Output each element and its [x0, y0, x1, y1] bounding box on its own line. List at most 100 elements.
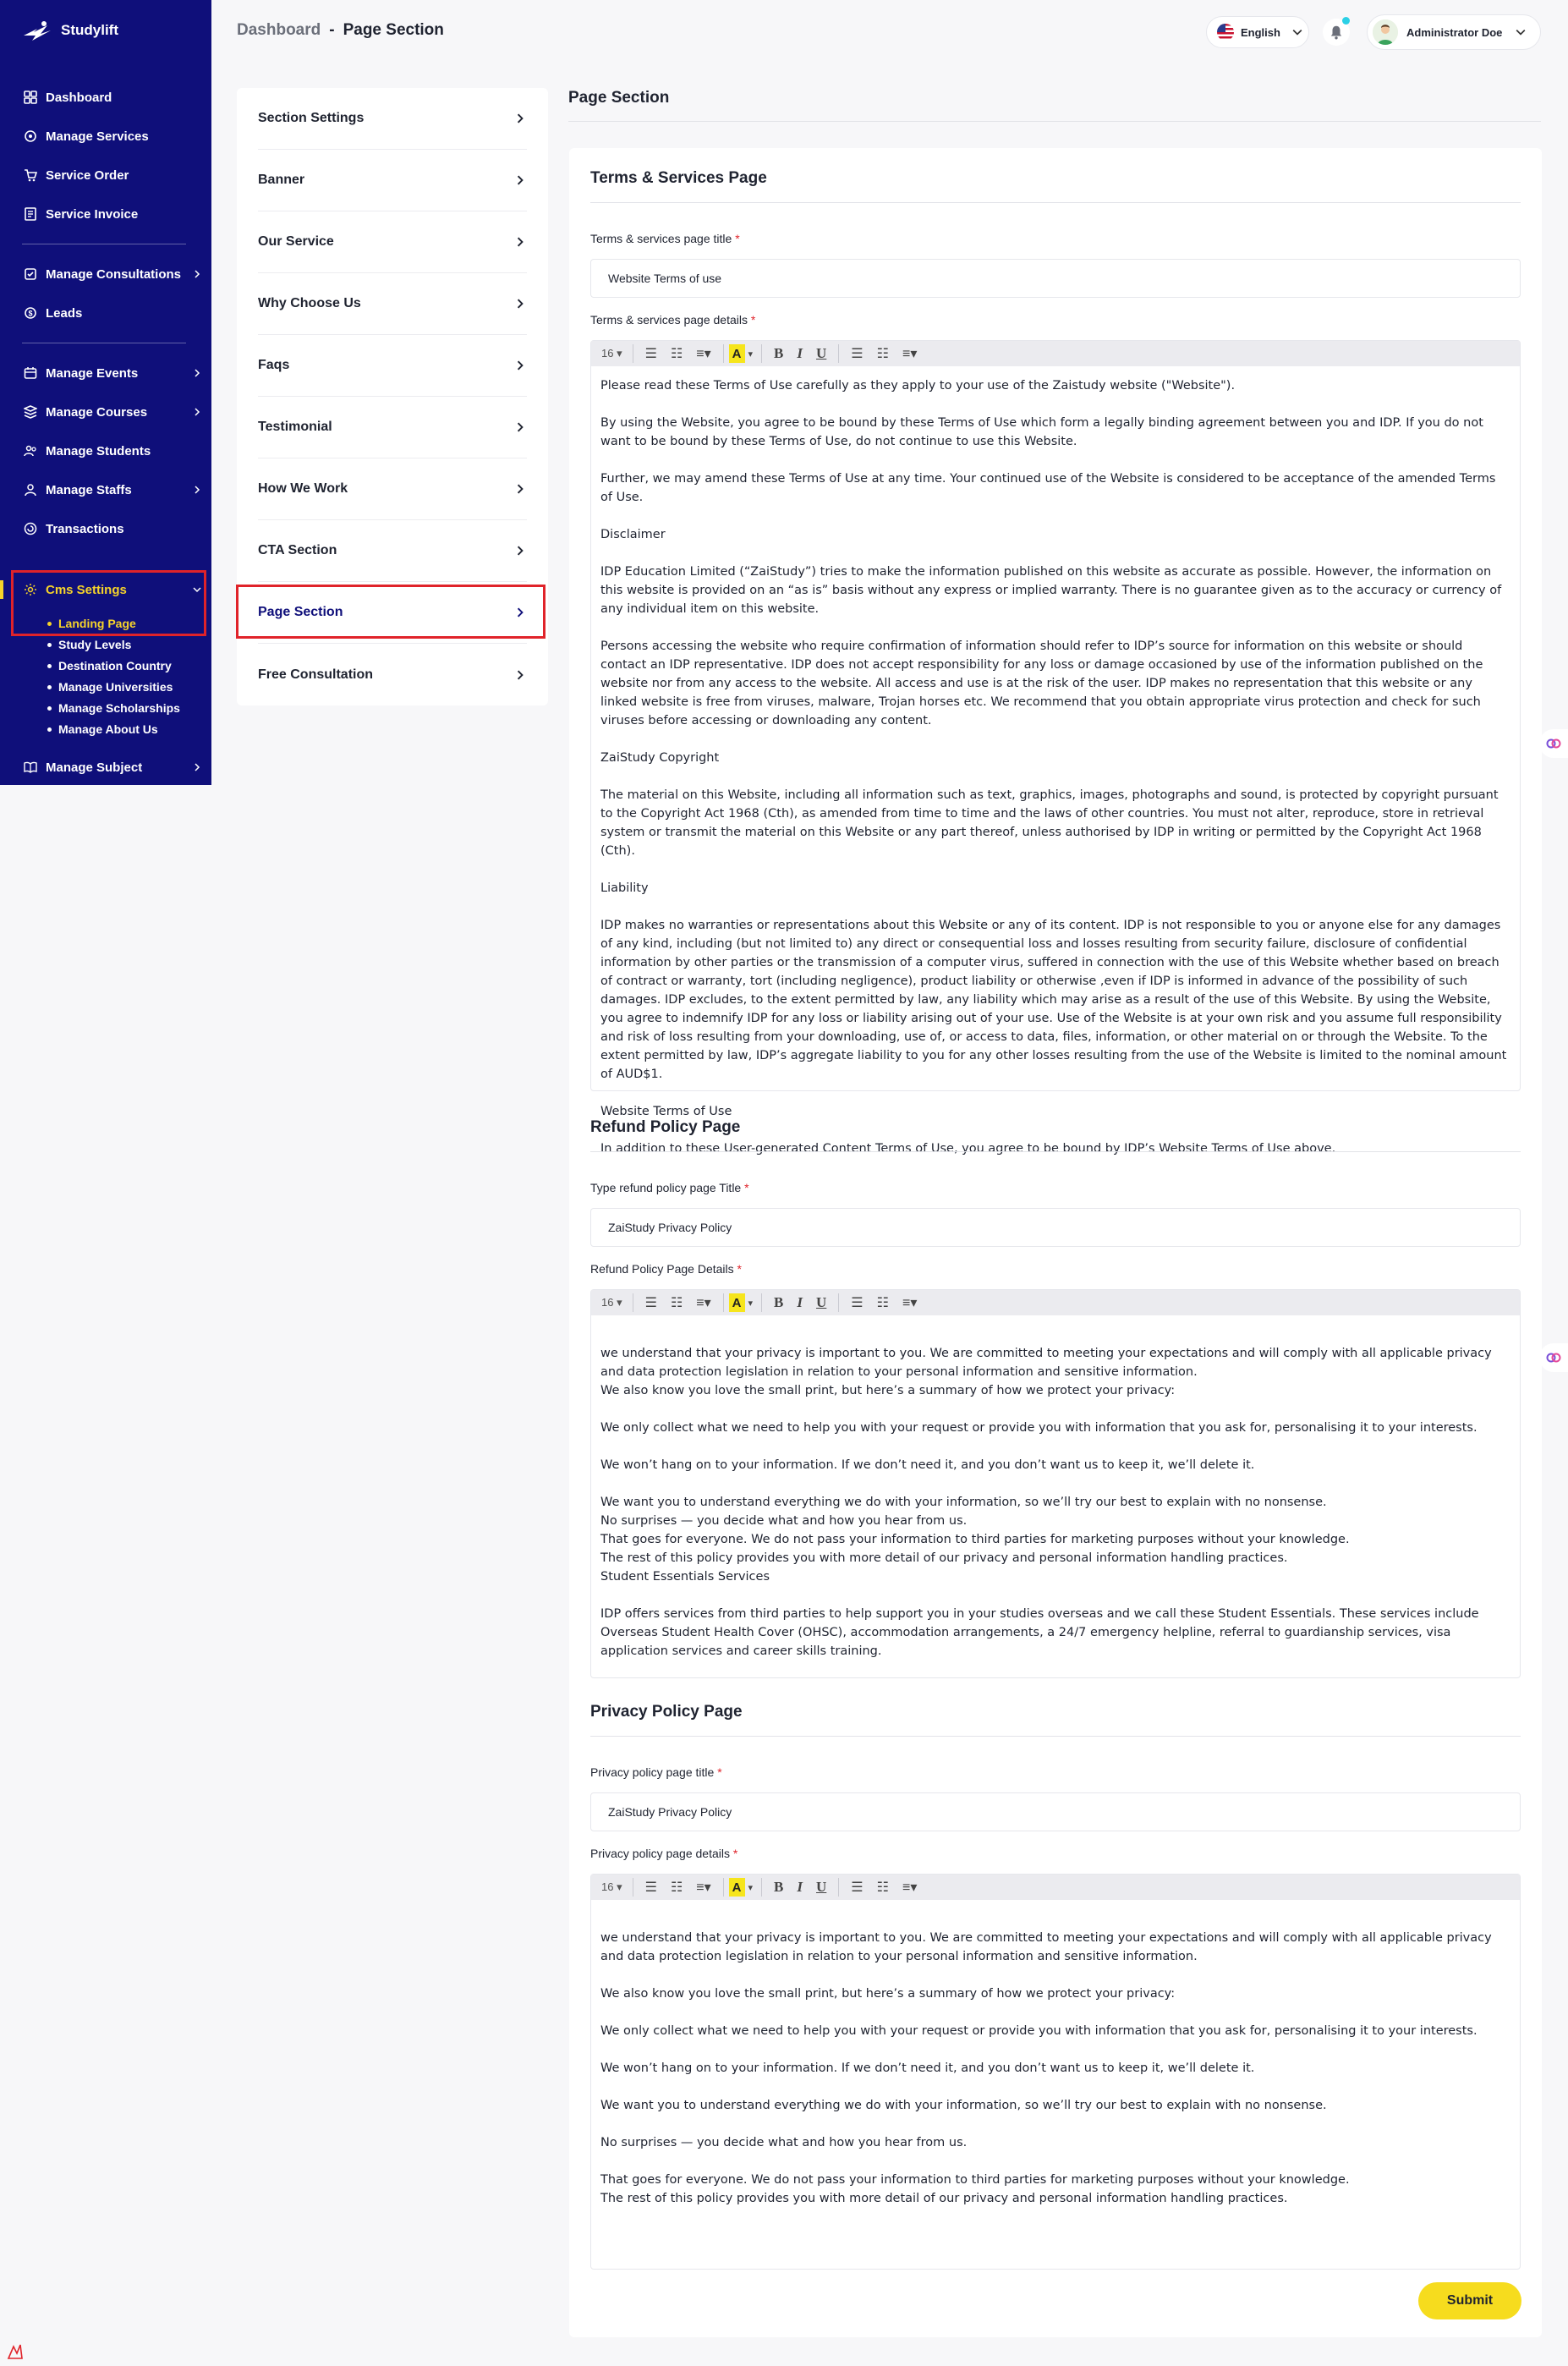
sidebar-subitem-study-levels[interactable]: Study Levels	[47, 638, 131, 651]
paragraph-icon[interactable]: ≡▾	[896, 1293, 924, 1312]
text-color-icon[interactable]: A	[728, 1293, 745, 1312]
editor-paragraph: We won’t hang on to your information. If…	[600, 2061, 1255, 2075]
align-icon[interactable]: ≡▾	[689, 344, 717, 363]
section-item-label: Section Settings	[258, 111, 365, 125]
section-item-how-we-work[interactable]: How We Work	[258, 458, 527, 520]
paragraph-icon[interactable]: ≡▾	[896, 344, 924, 363]
italic-icon[interactable]: I	[790, 1878, 809, 1897]
text-color-icon[interactable]: A	[728, 1878, 745, 1897]
unordered-list-icon[interactable]: ☰	[844, 1878, 869, 1897]
brand[interactable]: Studylift	[22, 19, 118, 42]
sidebar-item-transactions[interactable]: Transactions	[24, 516, 201, 541]
chevron-right-icon	[195, 270, 200, 278]
numbered-list-icon[interactable]: ☷	[664, 1293, 689, 1312]
editor-content[interactable]: Please read these Terms of Use carefully…	[591, 366, 1520, 1170]
widget-icon	[1546, 738, 1561, 749]
bold-icon[interactable]: B	[767, 344, 790, 363]
user-menu[interactable]: Administrator Doe	[1367, 14, 1541, 50]
unordered-list-icon[interactable]: ☰	[844, 344, 869, 363]
section-item-section-settings[interactable]: Section Settings	[258, 88, 527, 150]
unordered-list-icon[interactable]: ☰	[844, 1293, 869, 1312]
font-size-select[interactable]: 16 ▾	[601, 347, 628, 360]
section-item-testimonial[interactable]: Testimonial	[258, 397, 527, 458]
sidebar-subitem-landing-page[interactable]: Landing Page	[47, 617, 136, 630]
bullet-list-icon[interactable]: ☰	[639, 344, 664, 363]
subject-icon	[24, 761, 37, 773]
ordered-list-icon[interactable]: ☷	[870, 1293, 896, 1312]
refund-title-input[interactable]	[590, 1208, 1521, 1247]
sidebar-item-manage-subject[interactable]: Manage Subject	[24, 755, 201, 780]
terms-title-input[interactable]	[590, 259, 1521, 298]
underline-icon[interactable]: U	[809, 344, 833, 363]
refund-details-editor[interactable]: 16 ▾ ☰ ☷ ≡▾ A ▾ B I U ☰ ☷ ≡▾ we understan…	[590, 1289, 1521, 1678]
toolbar-separator	[761, 1293, 763, 1312]
terms-details-editor[interactable]: 16 ▾ ☰ ☷ ≡▾ A ▾ B I U ☰ ☷ ≡▾ Please read …	[590, 340, 1521, 1156]
sidebar-item-manage-consultations[interactable]: Manage Consultations	[24, 261, 201, 287]
section-item-our-service[interactable]: Our Service	[258, 211, 527, 273]
paragraph-icon[interactable]: ≡▾	[896, 1878, 924, 1897]
editor-content[interactable]: we understand that your privacy is impor…	[591, 1900, 1520, 2220]
sidebar-item-manage-staffs[interactable]: Manage Staffs	[24, 477, 201, 502]
sidebar-item-service-invoice[interactable]: Service Invoice	[24, 201, 201, 227]
sidebar-item-manage-students[interactable]: Manage Students	[24, 438, 201, 464]
color-dropdown-icon[interactable]: ▾	[745, 344, 757, 363]
text-color-icon[interactable]: A	[728, 344, 745, 363]
editor-paragraph: We want you to understand everything we …	[600, 2099, 1327, 2112]
submit-button[interactable]: Submit	[1418, 2282, 1521, 2319]
ordered-list-icon[interactable]: ☷	[870, 344, 896, 363]
notification-button[interactable]	[1323, 17, 1350, 46]
align-icon[interactable]: ≡▾	[689, 1878, 717, 1897]
numbered-list-icon[interactable]: ☷	[664, 344, 689, 363]
italic-icon[interactable]: I	[790, 344, 809, 363]
sidebar-subitem-manage-about-us[interactable]: Manage About Us	[47, 722, 158, 736]
section-item-cta-section[interactable]: CTA Section	[258, 520, 527, 582]
sidebar-item-leads[interactable]: $ Leads	[24, 300, 201, 326]
editor-paragraph: In addition to these User-generated Cont…	[600, 1142, 1336, 1156]
bullet-list-icon[interactable]: ☰	[639, 1878, 664, 1897]
sidebar-subitem-destination-country[interactable]: Destination Country	[47, 659, 172, 672]
section-item-label: How We Work	[258, 481, 348, 496]
debug-bar-icon[interactable]	[5, 2341, 25, 2362]
underline-icon[interactable]: U	[809, 1878, 833, 1897]
sidebar-item-manage-services[interactable]: Manage Services	[24, 124, 201, 149]
chevron-right-icon	[517, 175, 524, 185]
section-item-faqs[interactable]: Faqs	[258, 335, 527, 397]
sidebar-item-manage-events[interactable]: Manage Events	[24, 360, 201, 386]
transactions-icon	[24, 522, 37, 535]
sidebar-item-dashboard[interactable]: Dashboard	[24, 85, 201, 110]
language-selector[interactable]: English	[1206, 16, 1309, 48]
editor-paragraph: Liability	[600, 881, 649, 895]
sidebar-item-manage-courses[interactable]: Manage Courses	[24, 399, 201, 425]
font-size-select[interactable]: 16 ▾	[601, 1296, 628, 1309]
underline-icon[interactable]: U	[809, 1293, 833, 1312]
color-dropdown-icon[interactable]: ▾	[745, 1878, 757, 1897]
italic-icon[interactable]: I	[790, 1293, 809, 1312]
sidebar-subitem-label: Landing Page	[58, 617, 136, 630]
numbered-list-icon[interactable]: ☷	[664, 1878, 689, 1897]
page-section-highlight	[236, 585, 546, 639]
editor-paragraph: Student Essentials Services	[600, 1570, 770, 1584]
floating-widget-button[interactable]	[1539, 729, 1568, 758]
bold-icon[interactable]: B	[767, 1878, 790, 1897]
align-icon[interactable]: ≡▾	[689, 1293, 717, 1312]
bold-icon[interactable]: B	[767, 1293, 790, 1312]
breadcrumb-root[interactable]: Dashboard	[237, 21, 321, 40]
color-dropdown-icon[interactable]: ▾	[745, 1293, 757, 1312]
required-marker: *	[735, 232, 740, 245]
font-size-select[interactable]: 16 ▾	[601, 1880, 628, 1894]
sidebar-item-service-order[interactable]: Service Order	[24, 162, 201, 188]
editor-toolbar: 16 ▾ ☰ ☷ ≡▾ A ▾ B I U ☰ ☷ ≡▾	[591, 1290, 1520, 1315]
sidebar-subitem-manage-universities[interactable]: Manage Universities	[47, 680, 173, 694]
sidebar-subitem-manage-scholarships[interactable]: Manage Scholarships	[47, 701, 180, 715]
section-item-banner[interactable]: Banner	[258, 150, 527, 211]
staffs-icon	[25, 484, 36, 497]
privacy-title-input[interactable]	[590, 1792, 1521, 1831]
editor-content[interactable]: we understand that your privacy is impor…	[591, 1315, 1520, 1672]
floating-widget-button[interactable]	[1539, 1343, 1568, 1372]
bullet-list-icon[interactable]: ☰	[639, 1293, 664, 1312]
section-item-free-consultation[interactable]: Free Consultation	[258, 644, 527, 705]
editor-paragraph: We also know you love the small print, b…	[600, 1384, 1176, 1397]
section-item-why-choose-us[interactable]: Why Choose Us	[258, 273, 527, 335]
privacy-details-editor[interactable]: 16 ▾ ☰ ☷ ≡▾ A ▾ B I U ☰ ☷ ≡▾ we understan…	[590, 1874, 1521, 2270]
ordered-list-icon[interactable]: ☷	[870, 1878, 896, 1897]
